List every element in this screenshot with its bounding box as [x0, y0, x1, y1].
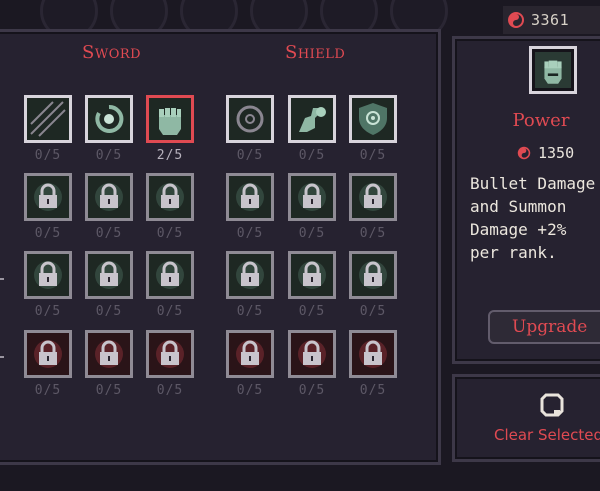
upgrade-button[interactable]: Upgrade	[488, 310, 600, 344]
shield-column-title: Shield	[285, 42, 346, 63]
padlock-icon	[291, 176, 333, 218]
sword-column-title: Sword	[82, 42, 142, 63]
skill-slot[interactable]	[226, 330, 274, 378]
skill-rank: 0/5	[298, 148, 326, 163]
skill-slot[interactable]	[226, 251, 274, 299]
skill-rank: 0/5	[95, 304, 123, 319]
padlock-icon	[149, 254, 191, 296]
skill-slot[interactable]	[226, 173, 274, 221]
skill-slot[interactable]	[24, 95, 72, 143]
soul-currency-icon	[517, 146, 531, 160]
padlock-icon	[229, 333, 271, 375]
skill-rank: 0/5	[156, 383, 184, 398]
padlock-icon	[291, 333, 333, 375]
skill-rank: 0/5	[298, 226, 326, 241]
row-marker	[0, 356, 4, 358]
padlock-icon	[291, 254, 333, 296]
skill-rank: 0/5	[298, 304, 326, 319]
skill-rank: 0/5	[236, 383, 264, 398]
skill-rank: 0/5	[95, 383, 123, 398]
skill-rank: 0/5	[236, 226, 264, 241]
fist-icon	[149, 98, 191, 140]
skill-rank: 0/5	[359, 148, 387, 163]
skill-slot[interactable]	[288, 173, 336, 221]
skill-slot[interactable]	[24, 330, 72, 378]
ring-icon	[229, 98, 271, 140]
skill-slot[interactable]	[349, 251, 397, 299]
skill-rank: 0/5	[298, 383, 326, 398]
row-marker	[0, 278, 4, 280]
skill-slot[interactable]	[85, 95, 133, 143]
clear-icon	[540, 393, 564, 417]
skill-slot[interactable]	[288, 95, 336, 143]
skill-rank: 0/5	[359, 304, 387, 319]
clear-selected-label[interactable]: Clear Selected	[494, 426, 600, 444]
padlock-icon	[88, 176, 130, 218]
skill-rank: 0/5	[236, 148, 264, 163]
skill-cost-value: 1350	[538, 144, 575, 162]
skill-slot[interactable]	[85, 330, 133, 378]
skill-slot[interactable]	[288, 330, 336, 378]
skill-slot[interactable]	[146, 251, 194, 299]
skill-slot[interactable]	[146, 330, 194, 378]
padlock-icon	[27, 333, 69, 375]
vortex-icon	[88, 98, 130, 140]
skill-slot-selected[interactable]	[146, 95, 194, 143]
skill-rank: 0/5	[156, 226, 184, 241]
padlock-icon	[352, 333, 394, 375]
padlock-icon	[149, 333, 191, 375]
padlock-icon	[27, 254, 69, 296]
skill-rank: 2/5	[156, 148, 184, 163]
skill-description: Bullet Damage and Summon Damage +2% per …	[470, 174, 596, 262]
skill-rank: 0/5	[236, 304, 264, 319]
skill-rank: 0/5	[95, 226, 123, 241]
padlock-icon	[352, 176, 394, 218]
padlock-icon	[229, 176, 271, 218]
shield-eye-icon	[352, 98, 394, 140]
skill-slot[interactable]	[146, 173, 194, 221]
padlock-icon	[27, 176, 69, 218]
soul-currency-icon	[508, 12, 524, 28]
fist-icon	[535, 52, 571, 88]
skill-name: Power	[512, 110, 570, 131]
skill-slot[interactable]	[24, 251, 72, 299]
skill-rank: 0/5	[34, 226, 62, 241]
padlock-icon	[88, 254, 130, 296]
padlock-icon	[149, 176, 191, 218]
skill-slot[interactable]	[85, 173, 133, 221]
flex-arm-icon	[291, 98, 333, 140]
skill-slot[interactable]	[24, 173, 72, 221]
padlock-icon	[229, 254, 271, 296]
skill-cost: 1350	[517, 144, 574, 162]
skill-rank: 0/5	[95, 148, 123, 163]
skill-rank: 0/5	[34, 383, 62, 398]
skill-slot[interactable]	[226, 95, 274, 143]
skill-rank: 0/5	[359, 383, 387, 398]
slash-icon	[27, 98, 69, 140]
skill-slot[interactable]	[85, 251, 133, 299]
selected-skill-icon	[529, 46, 577, 94]
skill-slot[interactable]	[288, 251, 336, 299]
skill-rank: 0/5	[156, 304, 184, 319]
skill-slot[interactable]	[349, 95, 397, 143]
skill-rank: 0/5	[359, 226, 387, 241]
skill-rank: 0/5	[34, 304, 62, 319]
skill-slot[interactable]	[349, 330, 397, 378]
skill-slot[interactable]	[349, 173, 397, 221]
currency-display: 3361	[503, 6, 600, 34]
clear-selected-button[interactable]	[452, 374, 600, 462]
skill-rank: 0/5	[34, 148, 62, 163]
padlock-icon	[352, 254, 394, 296]
currency-amount: 3361	[531, 11, 570, 29]
padlock-icon	[88, 333, 130, 375]
